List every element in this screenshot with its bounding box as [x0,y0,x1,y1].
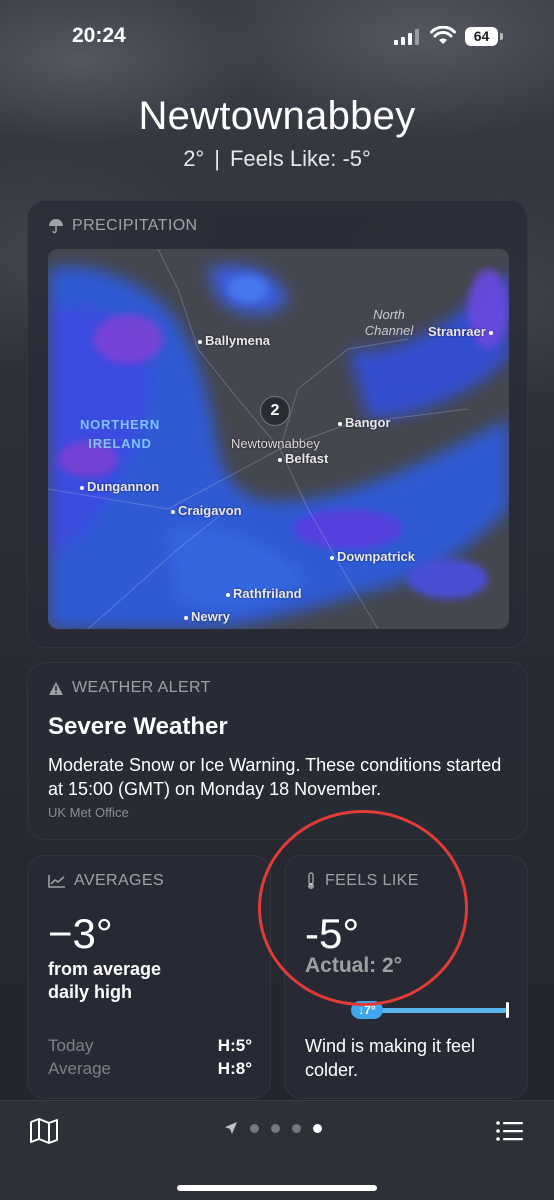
precipitation-map[interactable]: Ballymena Bangor Newtownabbey Belfast Du… [48,249,509,629]
feels-like-card[interactable]: FEELS LIKE -5° Actual: 2° ↓7° Wind is ma… [284,855,528,1099]
alert-title: Severe Weather [48,713,228,740]
feels-like-summary: Feels Like: -5° [229,146,371,171]
map-label-bangor: Bangor [338,415,391,430]
location-arrow-icon [225,1122,237,1134]
city-name: Newtownabbey [138,94,416,138]
precipitation-header: PRECIPITATION [48,217,198,235]
map-label-ballymena: Ballymena [198,333,270,348]
average-description: from average daily high [48,959,162,1002]
map-label-northern-ireland: NORTHERN IRELAND [79,417,161,451]
warning-icon [49,681,63,695]
averages-title: AVERAGES [74,872,165,889]
current-temperature: 2° [183,146,205,171]
page-dot-active[interactable] [313,1123,322,1133]
wifi-icon [430,26,456,44]
scale-difference-badge: ↓7° [351,1001,383,1019]
home-indicator[interactable] [177,1185,377,1191]
alert-body: Moderate Snow or Ice Warning. These cond… [48,755,502,799]
map-cluster-marker[interactable]: 2 [260,396,290,426]
averages-header: AVERAGES [48,872,164,890]
feels-like-title: FEELS LIKE [325,872,419,889]
averages-card[interactable]: AVERAGES −3° from average daily high Toda… [27,855,271,1099]
feels-like-description: Wind is making it feel colder. [305,1036,476,1080]
scale-actual-marker [506,1002,509,1018]
status-time: 20:24 [72,24,126,47]
actual-temperature: Actual: 2° [305,954,403,977]
row-value: H:8° [217,1059,252,1078]
average-row-today: Today H:5° [48,1036,252,1056]
map-label-downpatrick: Downpatrick [330,549,415,564]
weather-alert-header: WEATHER ALERT [48,679,211,697]
alert-source: UK Met Office [48,805,129,820]
page-dot[interactable] [250,1123,259,1133]
map-label-dungannon: Dungannon [80,479,159,494]
row-label: Today [48,1036,94,1055]
average-row-average: Average H:8° [48,1059,252,1079]
thermometer-icon [308,872,314,889]
page-indicator[interactable] [224,1121,322,1135]
page-dot[interactable] [271,1123,280,1133]
feels-like-header: FEELS LIKE [305,872,419,890]
map-label-craigavon: Craigavon [171,503,242,518]
bottom-toolbar [0,1100,554,1200]
weather-alert-card[interactable]: WEATHER ALERT Severe Weather Moderate Sn… [27,662,528,840]
page-dot[interactable] [292,1123,301,1133]
weather-alert-title-label: WEATHER ALERT [72,679,211,696]
average-difference-value: −3° [48,910,113,957]
map-label-newry: Newry [184,609,230,624]
current-conditions: 2° | Feels Like: -5° [0,146,554,172]
trend-chart-icon [48,875,65,888]
map-label-newtownabbey: Newtownabbey [231,436,320,451]
map-label-rathfriland: Rathfriland [226,586,302,601]
umbrella-icon [49,219,63,234]
map-label-north-channel: North Channel [364,307,414,338]
battery-tip [500,33,503,40]
row-value: H:5° [217,1036,252,1055]
row-label: Average [48,1059,112,1078]
precipitation-card[interactable]: PRECIPITATION Ballymena Bangor Newtownab… [27,200,528,648]
separator: | [214,146,220,171]
precipitation-title: PRECIPITATION [72,217,198,234]
feels-like-value: -5° [305,910,360,957]
map-icon[interactable] [28,1117,60,1145]
cellular-signal-icon [394,28,419,45]
map-label-stranraer: Stranraer [428,324,493,339]
battery-indicator: 64 [465,27,498,46]
map-label-belfast: Belfast [278,451,328,466]
list-icon[interactable] [494,1117,526,1145]
